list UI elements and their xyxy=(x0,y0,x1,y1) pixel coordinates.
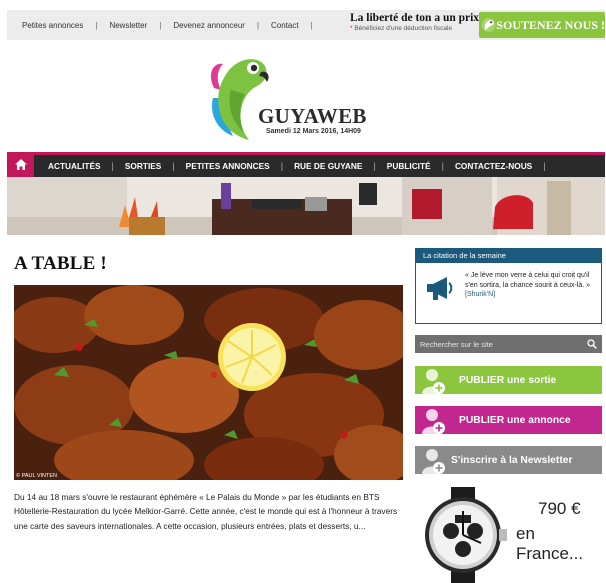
promo-text[interactable]: La liberté de ton a un prix * Bénéficiez… xyxy=(350,12,485,38)
separator: | xyxy=(95,20,98,30)
promo-subline-text: Bénéficiez d'une déduction fiscale xyxy=(354,25,453,32)
site-search xyxy=(415,335,602,353)
current-date: Samedi 12 Mars 2016, 14H09 xyxy=(266,128,361,135)
publish-annonce-label: PUBLIER une annonce xyxy=(459,414,571,426)
home-icon xyxy=(14,159,27,170)
separator: | xyxy=(159,20,162,30)
user-add-icon xyxy=(422,409,445,434)
support-button[interactable]: SOUTENEZ NOUS ! xyxy=(479,12,605,38)
promo-subline: * Bénéficiez d'une déduction fiscale xyxy=(350,25,485,33)
main-nav: ACTUALITÉS | SORTIES | PETITES ANNONCES … xyxy=(7,152,605,177)
nav-separator: | xyxy=(280,161,284,171)
photo-credit: © PAUL VINTEN xyxy=(16,473,58,479)
promo-headline: La liberté de ton a un prix xyxy=(350,12,480,24)
home-button[interactable] xyxy=(7,152,34,177)
article-excerpt: Du 14 au 18 mars s'ouvre le restaurant é… xyxy=(14,492,398,531)
support-label: SOUTENEZ NOUS ! xyxy=(496,17,605,32)
top-link-newsletter[interactable]: Newsletter xyxy=(109,21,147,30)
top-bar: Petites annonces | Newsletter | Devenez … xyxy=(7,10,605,40)
megaphone-icon xyxy=(427,277,453,300)
nav-separator: | xyxy=(373,161,376,171)
separator: | xyxy=(256,20,260,30)
site-name: GUYAWEB xyxy=(258,104,367,128)
ad-subtitle: en France... xyxy=(516,524,584,563)
ad-price: 790 € xyxy=(538,499,581,518)
newsletter-signup-label: S'inscrire à la Newsletter xyxy=(451,454,573,466)
user-add-icon xyxy=(422,449,445,474)
nav-separator: | xyxy=(543,161,546,171)
top-link-contact[interactable]: Contact xyxy=(271,21,299,30)
nav-separator: | xyxy=(172,161,175,171)
top-link-petites-annonces[interactable]: Petites annonces xyxy=(22,21,83,30)
food-photo[interactable] xyxy=(14,285,403,480)
watch-advertisement[interactable]: 790 € en France... xyxy=(415,485,602,583)
article-title[interactable]: A TABLE ! xyxy=(14,253,107,275)
quote-content: « Je lève mon verre à celui qui croit qu… xyxy=(465,271,597,300)
nav-item-rue-de-guyane[interactable]: RUE DE GUYANE xyxy=(294,161,362,171)
search-input[interactable] xyxy=(420,339,587,349)
top-link-devenez-annonceur[interactable]: Devenez annonceur xyxy=(173,21,245,30)
user-add-icon xyxy=(422,369,445,394)
interior-banner-image xyxy=(7,177,605,235)
separator: | xyxy=(310,20,313,30)
nav-item-publicite[interactable]: PUBLICITÉ xyxy=(387,161,431,171)
quote-text: « Je lève mon verre à celui qui croit qu… xyxy=(465,272,591,289)
quote-box: La citation de la semaine « Je lève mon … xyxy=(415,248,602,324)
nav-item-contactez-nous[interactable]: CONTACTEZ-NOUS xyxy=(455,161,532,171)
publish-sortie-button[interactable]: PUBLIER une sortie xyxy=(415,366,602,394)
nav-item-actualites[interactable]: ACTUALITÉS xyxy=(48,161,101,171)
top-links: Petites annonces | Newsletter | Devenez … xyxy=(7,21,325,30)
publish-annonce-button[interactable]: PUBLIER une annonce xyxy=(415,406,602,434)
newsletter-signup-button[interactable]: S'inscrire à la Newsletter xyxy=(415,446,602,474)
nav-item-petites-annonces[interactable]: PETITES ANNONCES xyxy=(186,161,270,171)
quote-author[interactable]: [Shurik'N] xyxy=(465,291,495,298)
nav-item-sorties[interactable]: SORTIES xyxy=(125,161,161,171)
parrot-icon xyxy=(481,18,496,32)
search-icon[interactable] xyxy=(587,339,597,349)
nav-separator: | xyxy=(441,161,444,171)
nav-separator: | xyxy=(111,161,114,171)
watch-image xyxy=(425,487,507,583)
promo-star: * xyxy=(350,25,353,32)
quote-title: La citation de la semaine xyxy=(416,249,601,263)
publish-sortie-label: PUBLIER une sortie xyxy=(459,374,557,386)
